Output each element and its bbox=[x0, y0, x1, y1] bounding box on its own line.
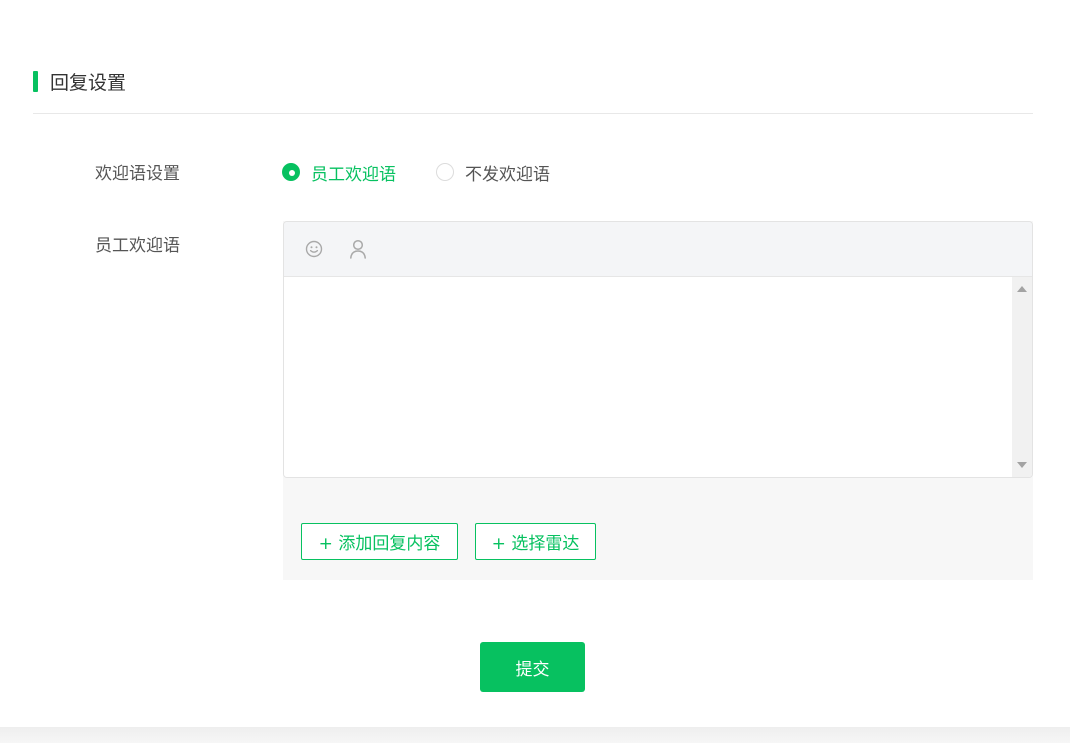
staff-welcome-label: 员工欢迎语 bbox=[95, 236, 180, 256]
section-divider bbox=[33, 113, 1033, 114]
section-accent-bar bbox=[33, 70, 38, 92]
radio-staff-welcome[interactable]: 员工欢迎语 bbox=[282, 160, 396, 185]
message-editor bbox=[283, 221, 1033, 478]
radio-no-welcome-label: 不发欢迎语 bbox=[465, 164, 550, 185]
radio-staff-welcome-label: 员工欢迎语 bbox=[311, 164, 396, 185]
radio-no-welcome[interactable]: 不发欢迎语 bbox=[436, 160, 550, 185]
section-title: 回复设置 bbox=[50, 71, 127, 94]
user-icon[interactable] bbox=[348, 239, 368, 259]
submit-button[interactable]: 提交 bbox=[480, 642, 585, 692]
message-textarea[interactable] bbox=[284, 277, 1012, 477]
welcome-radio-group: 员工欢迎语 不发欢迎语 bbox=[282, 159, 590, 185]
bottom-edge-shadow bbox=[0, 727, 1070, 743]
radio-no-welcome-circle[interactable] bbox=[436, 163, 454, 181]
section-header: 回复设置 bbox=[33, 68, 126, 94]
select-radar-button[interactable]: + 选择雷达 bbox=[475, 523, 596, 560]
staff-welcome-panel: + 添加回复内容 + 选择雷达 bbox=[283, 221, 1033, 580]
emoji-icon[interactable] bbox=[304, 239, 324, 259]
reply-settings-page: 回复设置 欢迎语设置 员工欢迎语 不发欢迎语 员工欢迎语 + 添加回复内容 + … bbox=[0, 0, 1089, 743]
add-reply-content-button[interactable]: + 添加回复内容 bbox=[301, 523, 458, 560]
welcome-setting-label: 欢迎语设置 bbox=[95, 164, 180, 184]
scroll-down-icon[interactable] bbox=[1017, 462, 1027, 468]
editor-scrollbar[interactable] bbox=[1012, 277, 1032, 477]
scroll-up-icon[interactable] bbox=[1017, 286, 1027, 292]
radio-staff-welcome-circle[interactable] bbox=[282, 163, 300, 181]
editor-toolbar bbox=[284, 222, 1032, 277]
